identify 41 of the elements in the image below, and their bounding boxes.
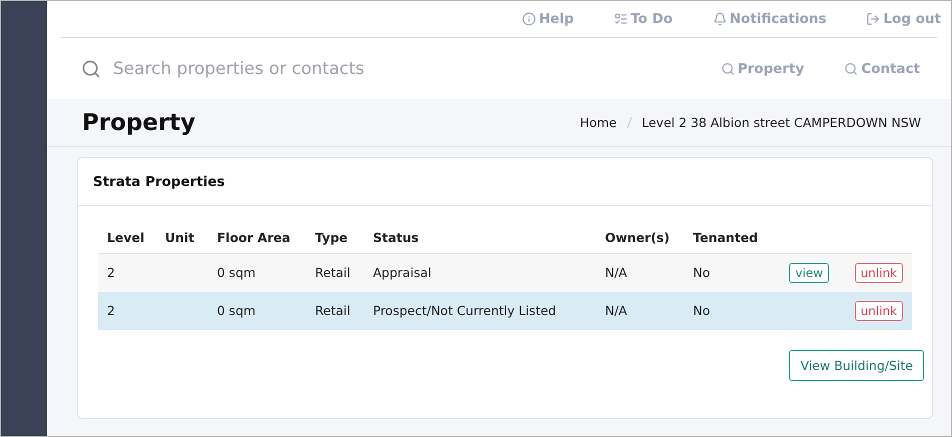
breadcrumb-item[interactable]: Home bbox=[580, 115, 617, 130]
table-cell: Retail bbox=[315, 265, 350, 280]
column-header: Type bbox=[315, 230, 348, 245]
table-cell: N/A bbox=[605, 303, 628, 318]
bell-icon bbox=[712, 12, 727, 26]
column-header: Level bbox=[107, 230, 144, 245]
unlink-button[interactable]: unlink bbox=[854, 262, 903, 283]
table-cell: 0 sqm bbox=[217, 265, 256, 280]
nav-link[interactable]: Notifications bbox=[712, 11, 826, 27]
nav-link[interactable]: Help bbox=[522, 11, 574, 27]
view-button[interactable]: view bbox=[789, 262, 829, 283]
column-header: Tenanted bbox=[693, 230, 758, 245]
table-cell: 0 sqm bbox=[217, 303, 256, 318]
logout-icon bbox=[866, 12, 880, 26]
table-row[interactable]: 2 0 sqm Retail Appraisal N/A No view unlink bbox=[98, 254, 912, 292]
breadcrumb-item: Level 2 38 Albion street CAMPERDOWN NSW bbox=[642, 115, 921, 130]
table-cell: No bbox=[693, 303, 710, 318]
table-cell: Appraisal bbox=[373, 265, 432, 280]
nav-link[interactable]: To Do bbox=[614, 11, 673, 27]
table-cell: Retail bbox=[315, 303, 350, 318]
column-header: Owner(s) bbox=[605, 230, 670, 245]
search-icon bbox=[720, 62, 735, 76]
table-cell: 2 bbox=[107, 265, 115, 280]
table-cell: 2 bbox=[107, 303, 115, 318]
column-header: Unit bbox=[165, 230, 194, 245]
unlink-button[interactable]: unlink bbox=[854, 300, 903, 320]
search-icon bbox=[81, 58, 101, 78]
info-icon bbox=[522, 12, 536, 26]
table-cell: N/A bbox=[605, 265, 628, 280]
card-title: Strata Properties bbox=[93, 174, 225, 190]
table-cell: Prospect/Not Currently Listed bbox=[373, 303, 556, 318]
nav-link[interactable]: Log out bbox=[866, 11, 941, 27]
search-scope-link[interactable]: Property bbox=[720, 60, 804, 76]
table-cell: No bbox=[693, 265, 710, 280]
checklist-icon bbox=[614, 12, 628, 26]
view-building-button[interactable]: View Building/Site bbox=[789, 350, 924, 380]
column-header: Floor Area bbox=[217, 230, 290, 245]
search-icon bbox=[844, 62, 858, 76]
search-scope-link[interactable]: Contact bbox=[844, 60, 920, 76]
column-header: Status bbox=[373, 230, 419, 245]
page-title: Property bbox=[82, 110, 196, 136]
